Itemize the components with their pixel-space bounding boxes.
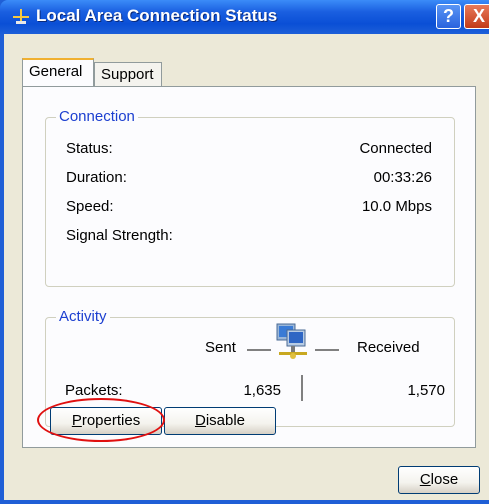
packets-divider xyxy=(301,375,303,401)
connection-group: Connection Status: Connected Duration: 0… xyxy=(45,108,455,287)
tab-general[interactable]: General xyxy=(22,58,94,86)
properties-button[interactable]: Properties xyxy=(50,407,162,435)
status-label: Status: xyxy=(66,140,113,157)
help-button[interactable]: ? xyxy=(436,4,461,29)
general-tab-panel: Connection Status: Connected Duration: 0… xyxy=(22,86,476,448)
packets-sent-value: 1,635 xyxy=(243,382,281,399)
title-bar[interactable]: Local Area Connection Status ? X xyxy=(0,0,489,34)
close-button-label: lose xyxy=(430,471,459,488)
status-value: Connected xyxy=(359,140,432,157)
network-connection-icon xyxy=(13,9,29,24)
tab-support[interactable]: Support xyxy=(94,62,162,86)
disable-button-label: isable xyxy=(205,412,246,429)
close-button[interactable]: Close xyxy=(398,466,480,494)
duration-value: 00:33:26 xyxy=(373,169,432,186)
speed-value: 10.0 Mbps xyxy=(361,198,432,215)
sent-line xyxy=(247,349,271,351)
packets-received-value: 1,570 xyxy=(407,382,445,399)
properties-button-label: roperties xyxy=(81,412,141,429)
close-accel-key: C xyxy=(419,471,431,488)
signal-strength-label: Signal Strength: xyxy=(66,227,173,244)
window-title: Local Area Connection Status xyxy=(36,6,278,25)
dialog-client-area: General Support Connection Status: Conne… xyxy=(4,34,489,500)
received-line xyxy=(315,349,339,351)
packets-label: Packets: xyxy=(65,382,123,399)
network-activity-icon xyxy=(276,323,307,359)
properties-accel-key: P xyxy=(71,412,82,429)
connection-group-legend: Connection xyxy=(56,108,138,125)
speed-label: Speed: xyxy=(66,198,114,215)
status-window: Local Area Connection Status ? X General… xyxy=(0,0,489,504)
duration-label: Duration: xyxy=(66,169,127,186)
close-window-button[interactable]: X xyxy=(464,4,489,29)
received-label: Received xyxy=(357,339,420,356)
sent-label: Sent xyxy=(205,339,236,356)
disable-button[interactable]: Disable xyxy=(164,407,276,435)
activity-group-legend: Activity xyxy=(56,308,110,325)
disable-accel-key: D xyxy=(194,412,206,429)
